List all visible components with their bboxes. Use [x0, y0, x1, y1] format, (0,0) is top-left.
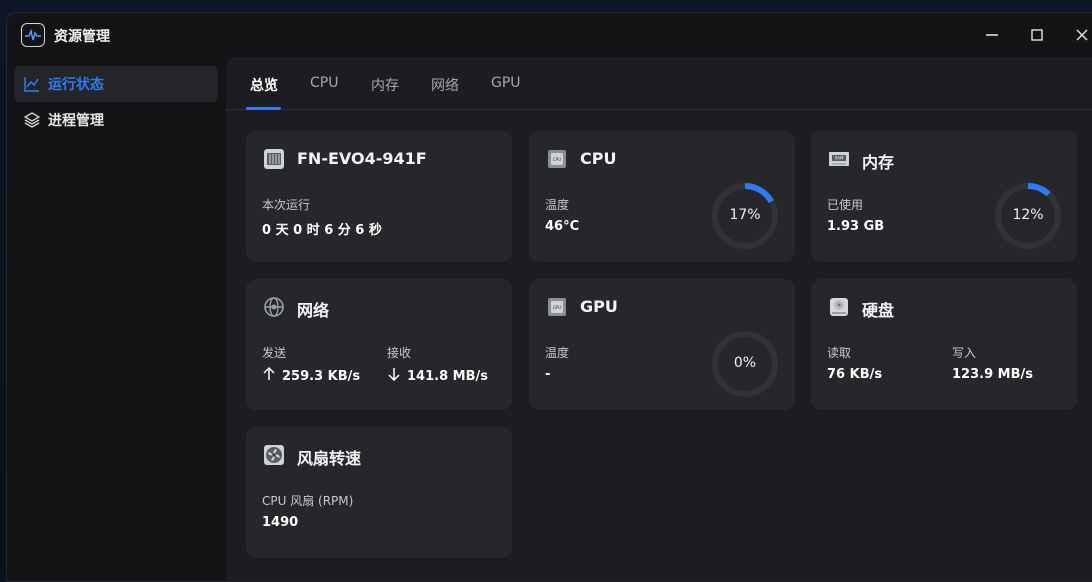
sidebar-item-process[interactable]: 进程管理 — [14, 102, 218, 138]
svg-text:GPU: GPU — [553, 305, 562, 310]
write-label: 写入 — [952, 346, 977, 360]
disk-card: 硬盘 读取 76 KB/s 写入 123.9 MB/s — [811, 279, 1077, 410]
fan-rpm-value: 1490 — [262, 515, 299, 530]
disk-icon — [828, 296, 850, 318]
memory-card: RAM 内存 已使用 1.93 GB 12% — [811, 131, 1077, 262]
gpu-temp-value: - — [545, 367, 551, 382]
send-value: 259.3 KB/s — [282, 368, 361, 384]
active-tab-indicator — [246, 107, 281, 110]
tab-gpu[interactable]: GPU — [491, 75, 521, 91]
card-title: 内存 — [862, 153, 895, 172]
memory-used-value: 1.93 GB — [827, 219, 885, 234]
minimize-icon — [985, 27, 999, 46]
recv-rate: 141.8 MB/s — [387, 367, 488, 385]
card-title: 风扇转速 — [297, 449, 362, 468]
gpu-card: GPU GPU 温度 - 0% — [529, 279, 795, 410]
gpu-temp-label: 温度 — [545, 346, 570, 360]
card-title: GPU — [580, 297, 618, 316]
pulse-chart-icon — [21, 23, 45, 47]
arrow-up-icon — [262, 366, 276, 385]
memory-used-label: 已使用 — [827, 198, 864, 212]
system-card: FN-EVO4-941F 本次运行 0 天 0 时 6 分 6 秒 — [246, 131, 512, 262]
tab-network[interactable]: 网络 — [431, 75, 459, 95]
card-title: FN-EVO4-941F — [297, 149, 427, 168]
sidebar-item-label: 进程管理 — [48, 113, 104, 129]
title-bar[interactable]: 资源管理 — [7, 13, 1092, 57]
app-title: 资源管理 — [54, 29, 110, 45]
uptime-label: 本次运行 — [262, 198, 311, 212]
network-card: 网络 发送 259.3 KB/s 接收 141.8 MB/s — [246, 279, 512, 410]
card-title: 硬盘 — [862, 301, 895, 320]
card-title: CPU — [580, 149, 617, 168]
motherboard-icon — [263, 148, 285, 170]
write-value: 123.9 MB/s — [952, 367, 1033, 382]
send-rate: 259.3 KB/s — [262, 366, 361, 385]
fan-icon — [263, 444, 285, 466]
minimize-button[interactable] — [979, 23, 1005, 49]
globe-icon — [263, 296, 285, 318]
app-window: 资源管理 运行状态 进程管理 总览 CPU 内存 网络 GPU FN-EVO4-… — [6, 12, 1092, 582]
svg-text:RAM: RAM — [835, 156, 844, 161]
layers-icon — [24, 112, 40, 128]
gpu-usage-text: 0% — [733, 355, 757, 371]
maximize-button[interactable] — [1024, 23, 1050, 49]
gpu-chip-icon: GPU — [546, 296, 568, 318]
recv-value: 141.8 MB/s — [407, 368, 488, 384]
sidebar-item-label: 运行状态 — [48, 77, 104, 93]
cpu-temp-label: 温度 — [545, 198, 570, 212]
cpu-usage-text: 17% — [729, 207, 761, 223]
send-label: 发送 — [262, 346, 287, 360]
close-button[interactable] — [1069, 23, 1092, 49]
arrow-down-icon — [387, 367, 401, 385]
maximize-icon — [1030, 27, 1044, 46]
memory-usage-text: 12% — [1012, 207, 1044, 223]
cpu-chip-icon: CPU — [546, 148, 568, 170]
tab-memory[interactable]: 内存 — [371, 75, 399, 95]
read-value: 76 KB/s — [827, 367, 883, 382]
uptime-value: 0 天 0 时 6 分 6 秒 — [262, 223, 382, 238]
read-label: 读取 — [827, 346, 852, 360]
tab-cpu[interactable]: CPU — [310, 75, 338, 91]
line-chart-icon — [24, 76, 40, 92]
tab-overview[interactable]: 总览 — [250, 75, 278, 95]
card-title: 网络 — [297, 301, 330, 320]
sidebar-item-status[interactable]: 运行状态 — [14, 66, 218, 102]
svg-text:CPU: CPU — [553, 157, 561, 162]
fan-rpm-label: CPU 风扇 (RPM) — [262, 494, 354, 508]
cpu-card: CPU CPU 温度 46°C 17% — [529, 131, 795, 262]
recv-label: 接收 — [387, 346, 412, 360]
sidebar: 运行状态 进程管理 — [7, 57, 225, 581]
cpu-temp-value: 46°C — [545, 219, 580, 234]
tab-bar: 总览 CPU 内存 网络 GPU — [226, 57, 1092, 110]
close-icon — [1075, 27, 1089, 46]
ram-icon: RAM — [828, 148, 850, 170]
fan-card: 风扇转速 CPU 风扇 (RPM) 1490 — [246, 427, 512, 558]
main-content: 总览 CPU 内存 网络 GPU FN-EVO4-941F 本次运行 0 天 0… — [226, 57, 1092, 581]
